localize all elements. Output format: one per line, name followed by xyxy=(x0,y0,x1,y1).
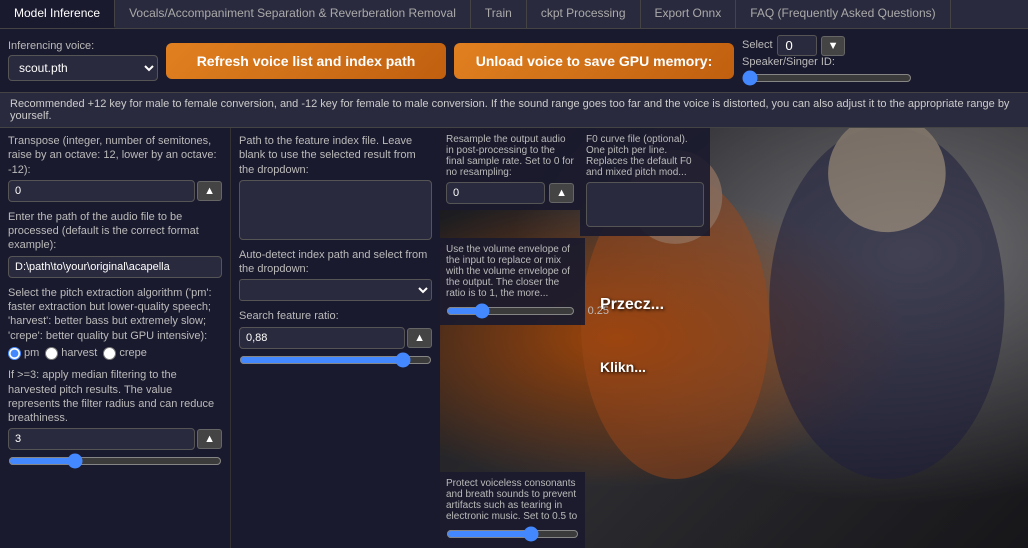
speaker-group: Select ▼ Speaker/Singer ID: xyxy=(742,35,962,86)
pitch-pm-option[interactable]: pm xyxy=(8,346,39,360)
auto-detect-group: Auto-detect index path and select from t… xyxy=(239,248,432,302)
auto-detect-label: Auto-detect index path and select from t… xyxy=(239,248,432,277)
pitch-harvest-option[interactable]: harvest xyxy=(45,346,97,360)
median-filter-btn[interactable]: ▲ xyxy=(197,429,222,449)
pitch-harvest-label: harvest xyxy=(61,346,97,360)
transpose-btn[interactable]: ▲ xyxy=(197,181,222,201)
auto-detect-dropdown[interactable] xyxy=(239,279,432,301)
pitch-pm-radio[interactable] xyxy=(8,347,21,360)
search-feature-btn[interactable]: ▲ xyxy=(407,328,432,348)
search-feature-input[interactable] xyxy=(239,327,405,349)
volume-section: Use the volume envelope of the input to … xyxy=(440,238,585,325)
tab-bar: Model Inference Vocals/Accompaniment Sep… xyxy=(0,0,1028,29)
main-content: Transpose (integer, number of semitones,… xyxy=(0,128,1028,548)
feature-index-group: Path to the feature index file. Leave bl… xyxy=(239,134,432,240)
transpose-group: Transpose (integer, number of semitones,… xyxy=(8,134,222,202)
search-feature-group: Search feature ratio: ▲ xyxy=(239,309,432,367)
resample-label: Resample the output audio in post-proces… xyxy=(446,134,574,178)
pitch-pm-label: pm xyxy=(24,346,39,360)
voice-select-group: Inferencing voice: scout.pth xyxy=(8,40,158,81)
tab-vocals-separation[interactable]: Vocals/Accompaniment Separation & Reverb… xyxy=(115,0,471,28)
inferencing-voice-label: Inferencing voice: xyxy=(8,40,158,52)
resample-btn[interactable]: ▲ xyxy=(549,183,574,203)
tab-export-onnx[interactable]: Export Onnx xyxy=(641,0,737,28)
audio-path-group: Enter the path of the audio file to be p… xyxy=(8,210,222,278)
median-filter-label: If >=3: apply median filtering to the ha… xyxy=(8,368,222,425)
pitch-crepe-radio[interactable] xyxy=(103,347,116,360)
tab-train[interactable]: Train xyxy=(471,0,527,28)
tab-faq[interactable]: FAQ (Frequently Asked Questions) xyxy=(736,0,950,28)
right-area: Resample the output audio in post-proces… xyxy=(440,128,1028,548)
audio-path-label: Enter the path of the audio file to be p… xyxy=(8,210,222,253)
volume-slider[interactable] xyxy=(446,303,575,319)
pitch-algo-label: Select the pitch extraction algorithm ('… xyxy=(8,286,222,343)
artifacts-slider[interactable] xyxy=(446,526,579,542)
speaker-singer-label: Speaker/Singer ID: xyxy=(742,56,962,68)
median-filter-input[interactable] xyxy=(8,428,195,450)
search-feature-slider[interactable] xyxy=(239,352,432,368)
audio-path-input[interactable] xyxy=(8,256,222,278)
select-dropdown-btn[interactable]: ▼ xyxy=(821,36,846,56)
pitch-crepe-option[interactable]: crepe xyxy=(103,346,147,360)
resample-input[interactable] xyxy=(446,182,545,204)
pitch-radio-group: pm harvest crepe xyxy=(8,346,222,360)
overlay-text-2: Klikn... xyxy=(600,359,646,375)
feature-index-label: Path to the feature index file. Leave bl… xyxy=(239,134,432,177)
f0-section: F0 curve file (optional). One pitch per … xyxy=(580,128,710,236)
feature-index-input[interactable] xyxy=(239,180,432,240)
pitch-crepe-label: crepe xyxy=(119,346,147,360)
volume-label: Use the volume envelope of the input to … xyxy=(446,244,570,299)
select-input[interactable] xyxy=(777,35,817,56)
speaker-slider[interactable] xyxy=(742,70,912,86)
info-text: Recommended +12 key for male to female c… xyxy=(10,98,1009,122)
pitch-algo-group: Select the pitch extraction algorithm ('… xyxy=(8,286,222,360)
transpose-input[interactable] xyxy=(8,180,195,202)
tab-ckpt-processing[interactable]: ckpt Processing xyxy=(527,0,641,28)
middle-column: Path to the feature index file. Leave bl… xyxy=(230,128,440,548)
overlay-text-1: Przecz... xyxy=(600,296,664,314)
refresh-voice-button[interactable]: Refresh voice list and index path xyxy=(166,43,446,79)
pitch-harvest-radio[interactable] xyxy=(45,347,58,360)
search-feature-label: Search feature ratio: xyxy=(239,309,432,323)
median-filter-slider[interactable] xyxy=(8,453,222,469)
voice-select[interactable]: scout.pth xyxy=(8,55,158,81)
select-label: Select xyxy=(742,39,773,51)
volume-value: 0.25 xyxy=(579,305,609,317)
median-filter-group: If >=3: apply median filtering to the ha… xyxy=(8,368,222,469)
left-column: Transpose (integer, number of semitones,… xyxy=(0,128,230,548)
artifacts-section: Protect voiceless consonants and breath … xyxy=(440,472,585,548)
top-controls: Inferencing voice: scout.pth Refresh voi… xyxy=(0,29,1028,92)
resample-section: Resample the output audio in post-proces… xyxy=(440,128,580,210)
info-bar: Recommended +12 key for male to female c… xyxy=(0,92,1028,128)
transpose-label: Transpose (integer, number of semitones,… xyxy=(8,134,222,177)
f0-input[interactable] xyxy=(586,182,704,227)
unload-voice-button[interactable]: Unload voice to save GPU memory: xyxy=(454,43,734,79)
f0-label: F0 curve file (optional). One pitch per … xyxy=(586,134,692,178)
artifacts-label: Protect voiceless consonants and breath … xyxy=(446,478,577,522)
tab-model-inference[interactable]: Model Inference xyxy=(0,0,115,28)
